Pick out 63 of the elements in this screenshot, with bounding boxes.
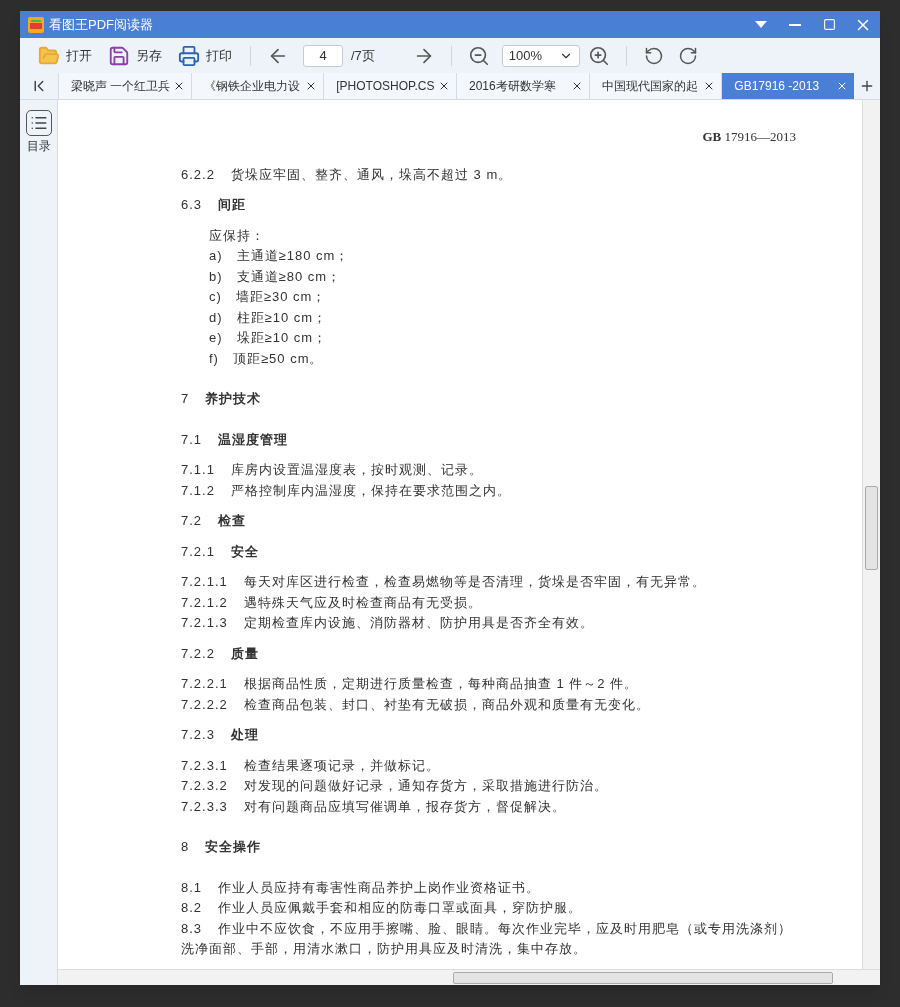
zoom-in-icon [587,44,610,67]
document-tab[interactable]: GB17916 -2013 [721,73,854,99]
zoom-out-icon [467,44,490,67]
clause-text: 7.1.1 库房内设置温湿度表，按时观测、记录。 [181,461,484,479]
list-icon [29,114,48,132]
clause-text: 7.2.2.1 根据商品性质，定期进行质量检查，每种商品抽查 1 件～2 件。 [181,675,640,693]
rotate-right-icon [677,45,698,66]
table-of-contents-button[interactable] [25,110,52,136]
section-heading: 6.3 间距 [181,196,248,214]
open-icon [38,44,60,67]
list-item-text: e) 垛距≥10 cm； [208,329,329,347]
clause-text: 6.2.2 货垛应牢固、整齐、通风，垛高不超过 3 m。 [181,165,514,184]
minimize-icon [789,23,801,26]
section-heading: 7.1 温湿度管理 [181,430,290,449]
list-item-text: a) 主通道≥180 cm； [208,247,351,265]
open-button[interactable]: 打开 [32,41,98,70]
plus-icon [859,78,875,94]
triangle-down-icon [755,21,767,28]
section-heading: 7.2.2 质量 [181,644,260,663]
window-title: 看图王PDF阅读器 [49,15,153,34]
document-tab[interactable]: 中国现代国家的起 [588,73,722,99]
clause-text: 7.2.1.2 遇特殊天气应及时检查商品有无受损。 [181,593,483,612]
close-tab-icon [836,80,848,92]
list-item-text: f) 顶距≥50 cm。 [208,349,325,368]
horizontal-scrollbar[interactable] [58,969,880,985]
list-item-text: d) 柱距≥10 cm； [208,308,329,327]
clause-text: 8.1 作业人员应持有毒害性商品养护上岗作业资格证书。 [181,878,542,897]
print-icon [178,44,200,67]
document-tab[interactable]: 2016考研数学寒 [455,73,589,99]
document-tab[interactable]: [PHOTOSHOP.CS [323,73,456,99]
scrollbar-thumb[interactable] [453,971,833,984]
clause-text: 7.2.1.3 定期检查库内设施、消防器材、防护用具是否齐全有效。 [181,614,595,632]
clause-text: 7.2.3.3 对有问题商品应填写催调单，报存货方，督促解决。 [181,797,567,816]
page-number-field[interactable]: 4 [303,44,343,67]
list-item-text: b) 支通道≥80 cm； [208,267,343,286]
clause-text: 7.1.2 严格控制库内温湿度，保持在要求范围之内。 [181,481,512,500]
page-total-text: /7页 [351,46,375,65]
clause-text: 8.3 作业中不应饮食，不应用手擦嘴、脸、眼睛。每次作业完毕，应及时用肥皂（或专用洗涤剂）洗净面部、手部，用清水漱口，防护用具应及时清洗，集中存放。 [181,919,794,958]
app-logo-icon [28,16,44,33]
section-heading: 7.2.3 处理 [181,726,260,744]
list-item-text: c) 墙距≥30 cm； [208,288,328,306]
sidebar-label: 目录 [26,138,51,155]
section-heading: 7.2 检查 [181,512,248,530]
section-heading: 7.2.1 安全 [181,542,260,561]
intro-text: 应保持： [208,226,266,245]
page-header: GB 17916—2013 [701,128,796,146]
chapter-heading: 8 安全操作 [181,838,263,856]
rotate-left-icon [643,45,664,66]
save-as-icon [108,44,130,67]
clause-text: 8.2 作业人员应佩戴手套和相应的防毒口罩或面具，穿防护服。 [181,899,584,917]
clause-text: 7.2.2.2 检查商品包装、封口、衬垫有无破损，商品外观和质量有无变化。 [181,695,651,714]
maximize-icon [822,18,836,31]
zoom-select[interactable]: 100% [501,44,580,67]
chapter-heading: 7 养护技术 [181,390,263,408]
clause-text: 7.2.3.2 对发现的问题做好记录，通知存货方，采取措施进行防治。 [181,777,609,795]
vertical-scrollbar[interactable] [862,100,880,969]
print-button[interactable]: 打印 [172,41,238,70]
document-tab[interactable]: 梁晓声 一个红卫兵 [57,73,191,99]
save-as-button[interactable]: 另存 [102,41,168,70]
clause-text: 7.2.1.1 每天对库区进行检查，检查易燃物等是否清理，货垛是否牢固，有无异常。 [181,573,707,591]
clause-text: 7.2.3.1 检查结果逐项记录，并做标记。 [181,756,441,775]
document-tab[interactable]: 《钢铁企业电力设 [190,73,324,99]
scrollbar-thumb[interactable] [865,486,878,570]
